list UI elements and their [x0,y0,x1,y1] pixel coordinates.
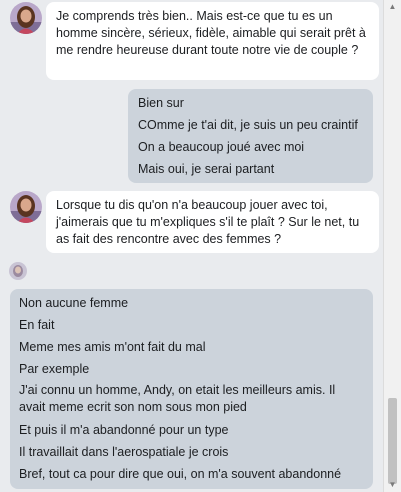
message-text: On a beaucoup joué avec moi [138,140,305,154]
message-text: Il travaillait dans l'aerospatiale je cr… [19,445,229,459]
contact-avatar[interactable] [10,2,42,34]
message-text: Mais oui, je serai partant [138,162,275,176]
scroll-up-arrow-icon[interactable]: ▲ [384,0,401,14]
my-avatar[interactable] [9,262,27,280]
incoming-message-bubble: Lorsque tu dis qu'on n'a beaucoup jouer … [46,191,379,253]
chat-thread: Je comprends très bien.. Mais est-ce que… [0,0,383,492]
message-text: Meme mes amis m'ont fait du mal [19,340,206,354]
message-text: Je comprends très bien.. Mais est-ce que… [56,9,366,57]
message-text: Non aucune femme [19,296,129,310]
message-text: En fait [19,318,55,332]
scroll-down-arrow-icon[interactable]: ▼ [384,478,401,492]
message-text: Lorsque tu dis qu'on n'a beaucoup jouer … [56,198,360,246]
outgoing-message-group: Bien sur COmme je t'ai dit, je suis un p… [128,89,373,183]
message-text: Bien sur [138,96,184,110]
message-text: Par exemple [19,362,90,376]
message-text: J'ai connu un homme, Andy, on etait les … [19,383,336,414]
scrollbar-thumb[interactable] [388,398,397,484]
message-text: Bref, tout ca pour dire que oui, on m'a … [19,467,342,481]
outgoing-message-group: Non aucune femme En fait Meme mes amis m… [10,289,373,489]
message-text: COmme je t'ai dit, je suis un peu craint… [138,118,358,132]
message-text: Et puis il m'a abandonné pour un type [19,423,229,437]
vertical-scrollbar[interactable]: ▲ ▼ [383,0,401,492]
contact-avatar[interactable] [10,191,42,223]
incoming-message-bubble: Je comprends très bien.. Mais est-ce que… [46,2,379,80]
